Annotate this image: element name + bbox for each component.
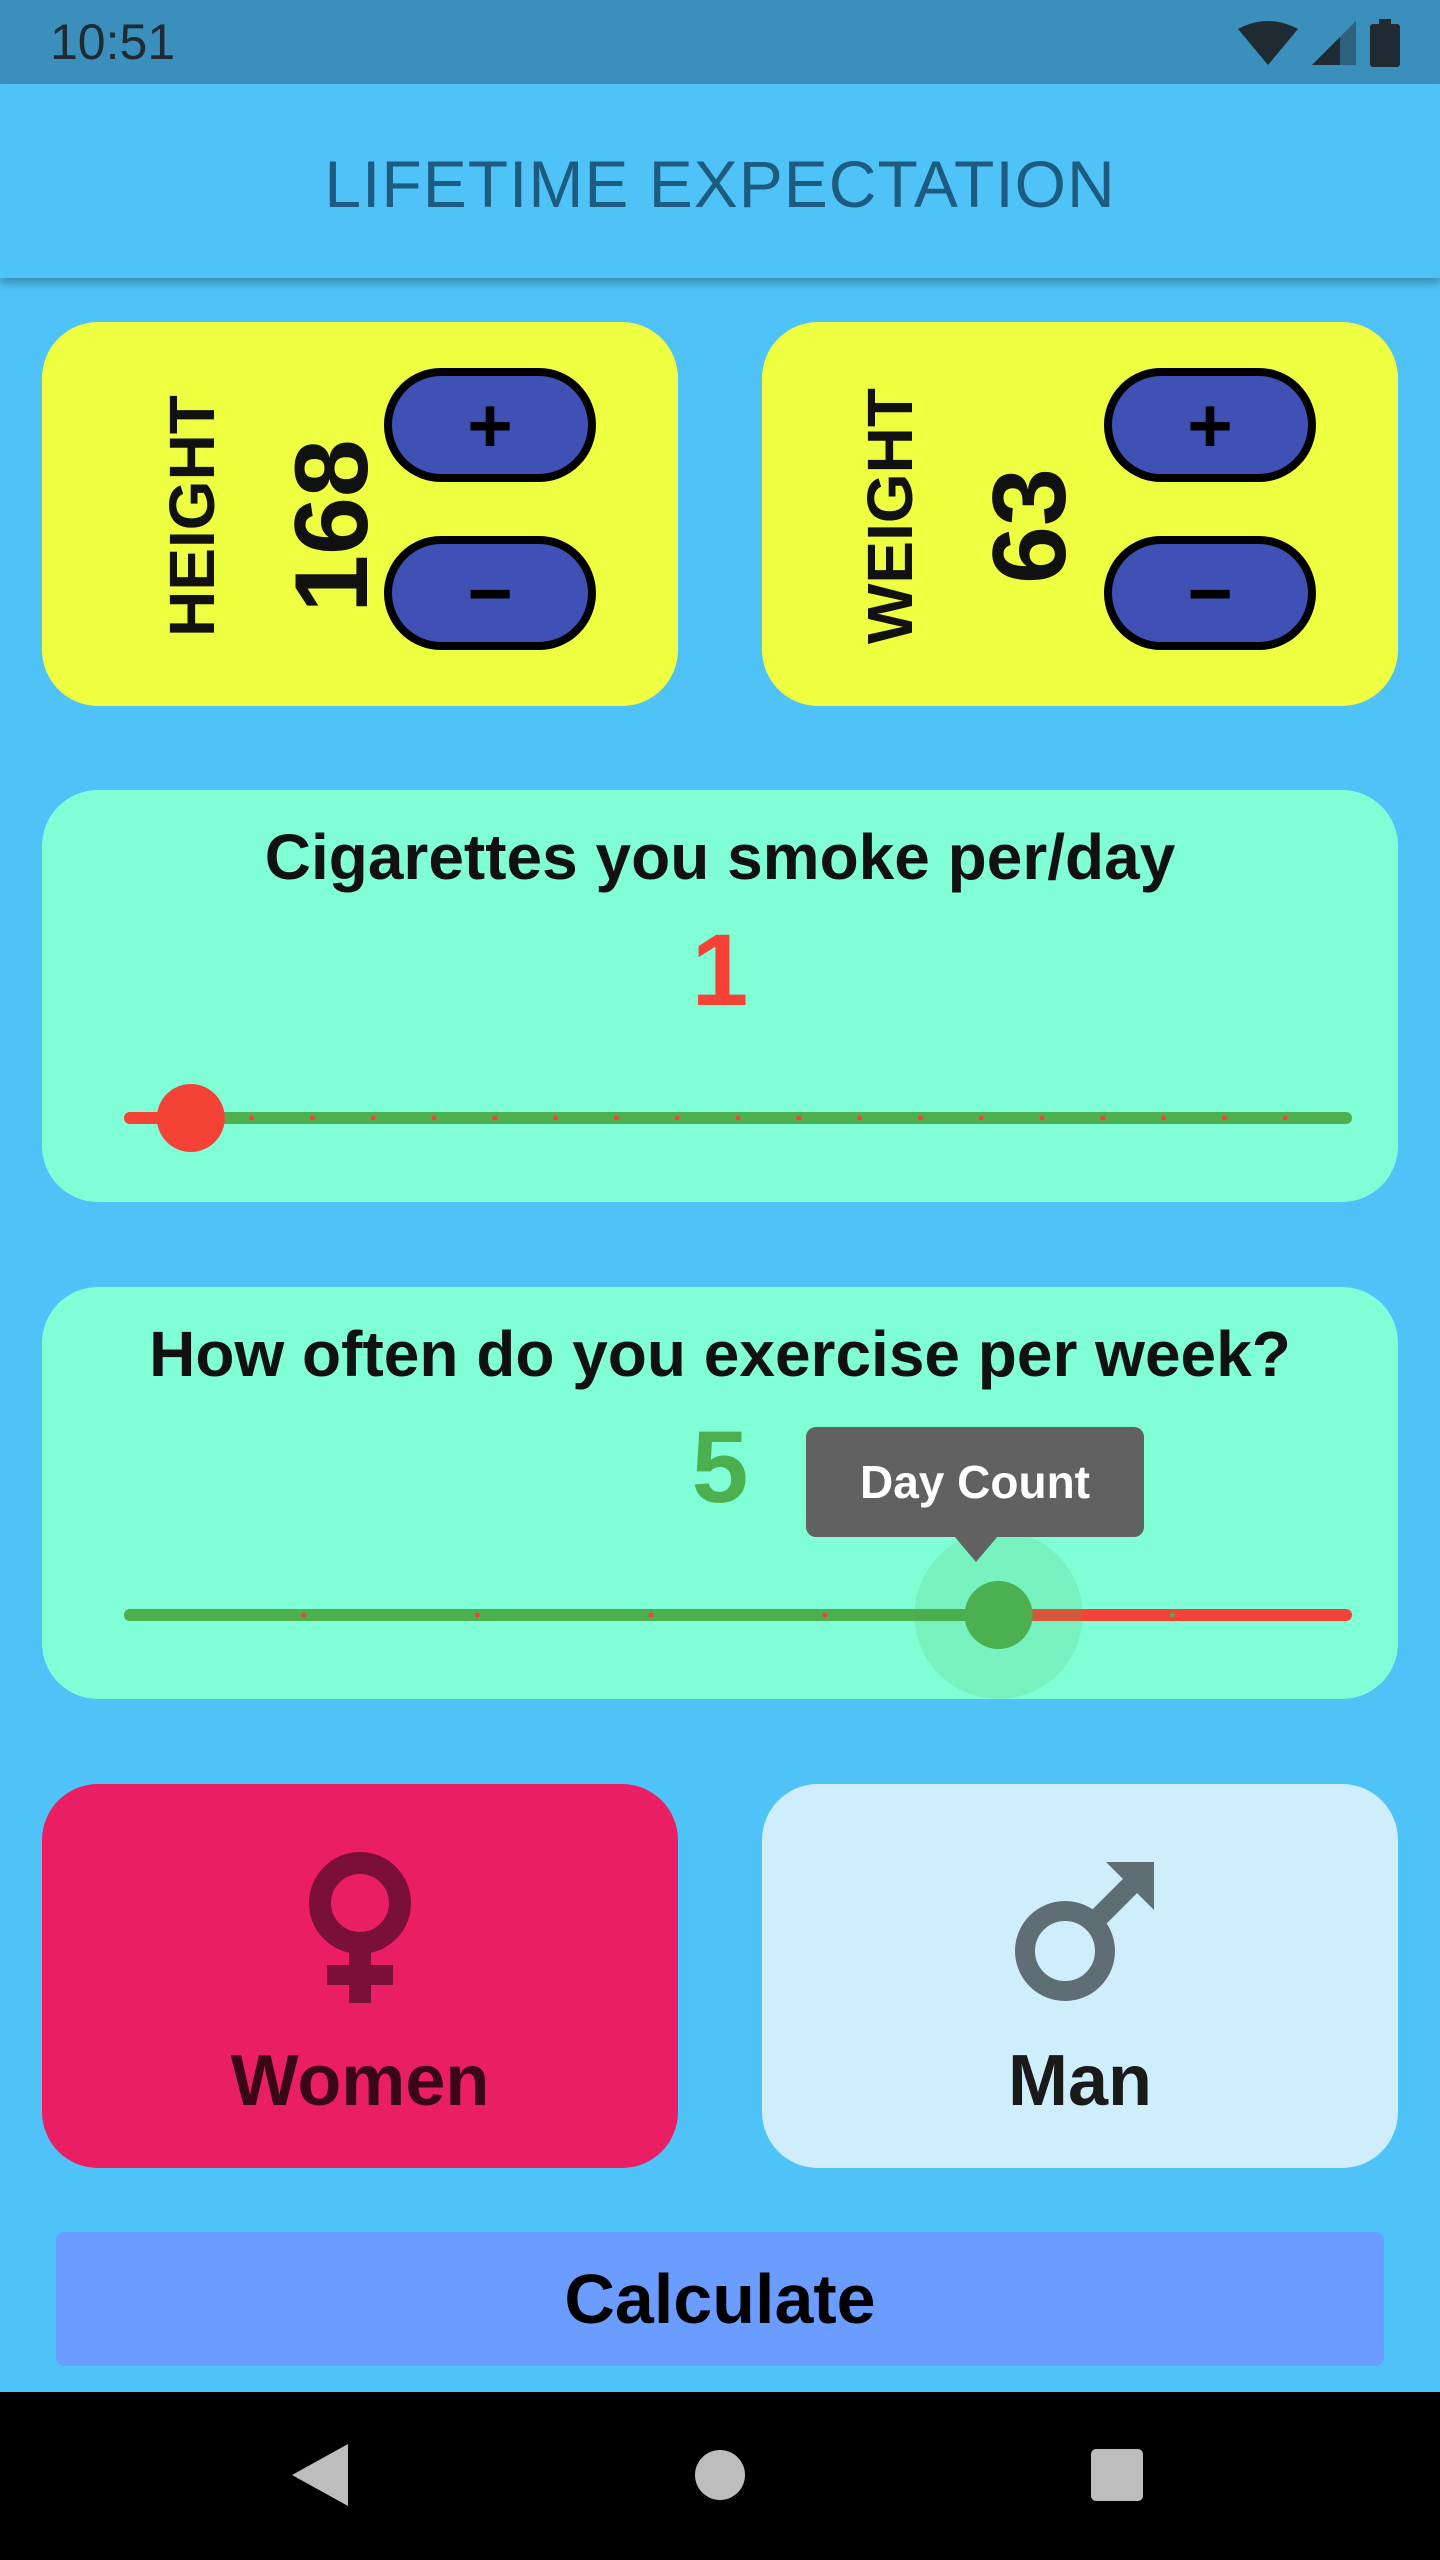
exercise-slider-tick bbox=[648, 1612, 654, 1618]
weight-value: 63 bbox=[972, 468, 1088, 584]
cigarettes-slider-tick bbox=[613, 1115, 619, 1121]
calculate-button[interactable]: Calculate bbox=[56, 2232, 1384, 2366]
height-decrease-button[interactable]: − bbox=[384, 536, 596, 650]
status-time: 10:51 bbox=[50, 14, 176, 70]
cigarettes-card: Cigarettes you smoke per/day 1 bbox=[42, 790, 1398, 1202]
cigarettes-slider-tick bbox=[309, 1115, 315, 1121]
cigarettes-slider-tick bbox=[978, 1115, 984, 1121]
app-bar: LIFETIME EXPECTATION bbox=[0, 84, 1440, 278]
male-symbol-icon bbox=[1015, 1862, 1154, 2001]
cigarettes-slider-tick bbox=[1100, 1115, 1106, 1121]
cigarettes-slider-tick bbox=[917, 1115, 923, 1121]
exercise-title: How often do you exercise per week? bbox=[149, 1318, 1291, 1390]
height-increase-button[interactable]: + bbox=[384, 368, 596, 482]
navigation-bar bbox=[0, 2392, 1440, 2560]
battery-icon bbox=[1370, 19, 1400, 67]
exercise-slider-tick bbox=[474, 1612, 480, 1618]
exercise-slider-tick bbox=[822, 1612, 828, 1618]
wifi-icon bbox=[1238, 21, 1298, 65]
weight-label: WEIGHT bbox=[854, 388, 926, 644]
female-symbol-icon bbox=[309, 1852, 411, 2003]
weight-decrease-button[interactable]: − bbox=[1104, 536, 1316, 650]
status-bar: 10:51 bbox=[0, 0, 1440, 84]
women-label: Women bbox=[230, 2041, 490, 2121]
back-triangle-icon[interactable] bbox=[290, 2442, 350, 2508]
exercise-card: How often do you exercise per week? 5 bbox=[42, 1287, 1398, 1699]
cigarettes-slider-thumb bbox=[156, 1084, 225, 1152]
cigarettes-slider-tick bbox=[674, 1115, 680, 1121]
weight-card: WEIGHT 63 + − bbox=[762, 322, 1398, 706]
exercise-slider-thumb bbox=[964, 1581, 1033, 1649]
cigarettes-slider-tick bbox=[857, 1115, 863, 1121]
recents-square-icon[interactable] bbox=[1090, 2448, 1144, 2502]
cigarettes-slider-tick bbox=[1161, 1115, 1167, 1121]
man-card[interactable]: Man bbox=[762, 1784, 1398, 2168]
cigarettes-slider-tick bbox=[370, 1115, 376, 1121]
exercise-slider[interactable] bbox=[120, 1531, 1356, 1699]
cigarettes-slider-tick bbox=[1039, 1115, 1045, 1121]
home-circle-icon[interactable] bbox=[693, 2448, 747, 2502]
slider-tooltip: Day Count bbox=[806, 1427, 1144, 1537]
cigarettes-slider-tick bbox=[1221, 1115, 1227, 1121]
women-card[interactable]: Women bbox=[42, 1784, 678, 2168]
cigarettes-value: 1 bbox=[691, 913, 749, 1027]
man-label: Man bbox=[1008, 2041, 1152, 2121]
height-value: 168 bbox=[274, 439, 390, 613]
status-icons bbox=[1238, 18, 1400, 68]
height-label: HEIGHT bbox=[156, 395, 228, 637]
cigarettes-slider-tick bbox=[1282, 1115, 1288, 1121]
cigarettes-title: Cigarettes you smoke per/day bbox=[264, 821, 1176, 893]
cigarettes-slider[interactable] bbox=[120, 1078, 1356, 1158]
cigarettes-slider-tick bbox=[431, 1115, 437, 1121]
page-title: LIFETIME EXPECTATION bbox=[324, 147, 1116, 221]
tooltip-arrow bbox=[954, 1536, 998, 1562]
cigarettes-slider-tick bbox=[796, 1115, 802, 1121]
cellular-signal-icon bbox=[1312, 21, 1356, 65]
height-card: HEIGHT 168 + − bbox=[42, 322, 678, 706]
exercise-slider-tick bbox=[1169, 1612, 1175, 1618]
cigarettes-slider-tick bbox=[735, 1115, 741, 1121]
exercise-slider-tick bbox=[301, 1612, 307, 1618]
exercise-value: 5 bbox=[691, 1410, 749, 1524]
cigarettes-slider-tick bbox=[553, 1115, 559, 1121]
weight-increase-button[interactable]: + bbox=[1104, 368, 1316, 482]
cigarettes-slider-tick bbox=[492, 1115, 498, 1121]
cigarettes-slider-tick bbox=[249, 1115, 255, 1121]
